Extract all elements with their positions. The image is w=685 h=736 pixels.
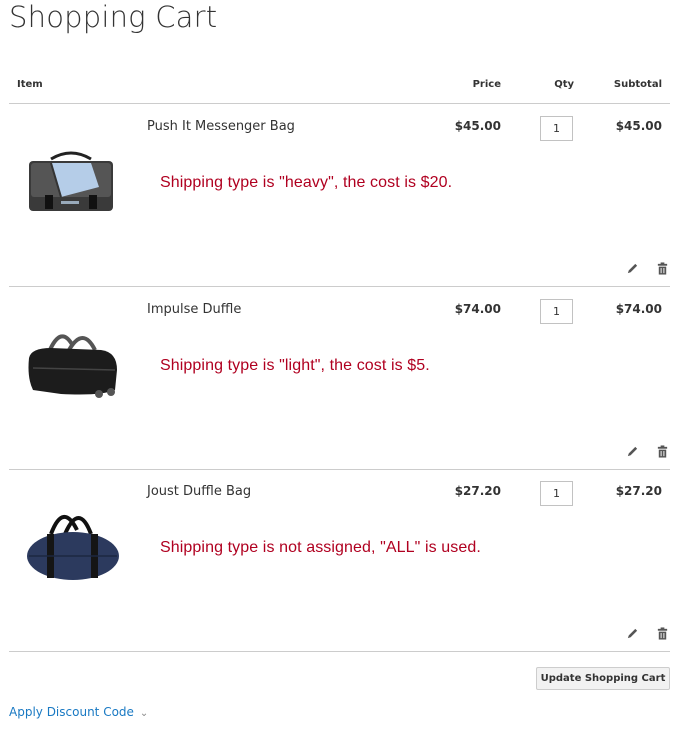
shipping-note: Shipping type is "heavy", the cost is $2… [160, 174, 453, 191]
cart-item-row: Joust Duffle Bag Shipping type is not as… [9, 469, 670, 652]
qty-input[interactable] [540, 116, 573, 141]
pencil-icon[interactable] [626, 445, 639, 458]
product-name[interactable]: Impulse Duffle [147, 302, 241, 317]
apply-discount-code-label: Apply Discount Code [9, 705, 134, 719]
pencil-icon[interactable] [626, 627, 639, 640]
product-name[interactable]: Joust Duffle Bag [147, 484, 251, 499]
shipping-note: Shipping type is "light", the cost is $5… [160, 357, 430, 374]
header-qty: Qty [554, 79, 574, 90]
item-subtotal: $74.00 [615, 302, 662, 316]
chevron-down-icon: ⌄ [139, 708, 149, 719]
page-title: Shopping Cart [9, 0, 218, 34]
header-item: Item [17, 79, 43, 90]
qty-input[interactable] [540, 299, 573, 324]
item-subtotal: $45.00 [615, 119, 662, 133]
product-image-joust-duffle-bag[interactable] [21, 504, 121, 584]
cart-table-header: Item Price Qty Subtotal [9, 76, 670, 104]
product-image-impulse-duffle[interactable] [21, 322, 121, 402]
header-price: Price [472, 79, 501, 90]
cart-item-row: Impulse Duffle Shipping type is "light",… [9, 287, 670, 470]
item-price: $74.00 [454, 302, 501, 316]
cart-item-row: Push It Messenger Bag Shipping type is "… [9, 104, 670, 287]
header-subtotal: Subtotal [613, 79, 662, 90]
item-subtotal: $27.20 [615, 484, 662, 498]
shipping-note: Shipping type is not assigned, "ALL" is … [160, 539, 481, 556]
product-image-messenger-bag[interactable] [21, 139, 121, 219]
trash-icon[interactable] [656, 627, 669, 640]
update-shopping-cart-button[interactable]: Update Shopping Cart [536, 667, 670, 690]
qty-input[interactable] [540, 481, 573, 506]
item-price: $45.00 [454, 119, 501, 133]
product-name[interactable]: Push It Messenger Bag [147, 119, 295, 134]
apply-discount-code-toggle[interactable]: Apply Discount Code ⌄ [9, 705, 148, 719]
item-price: $27.20 [454, 484, 501, 498]
trash-icon[interactable] [656, 445, 669, 458]
trash-icon[interactable] [656, 262, 669, 275]
pencil-icon[interactable] [626, 262, 639, 275]
